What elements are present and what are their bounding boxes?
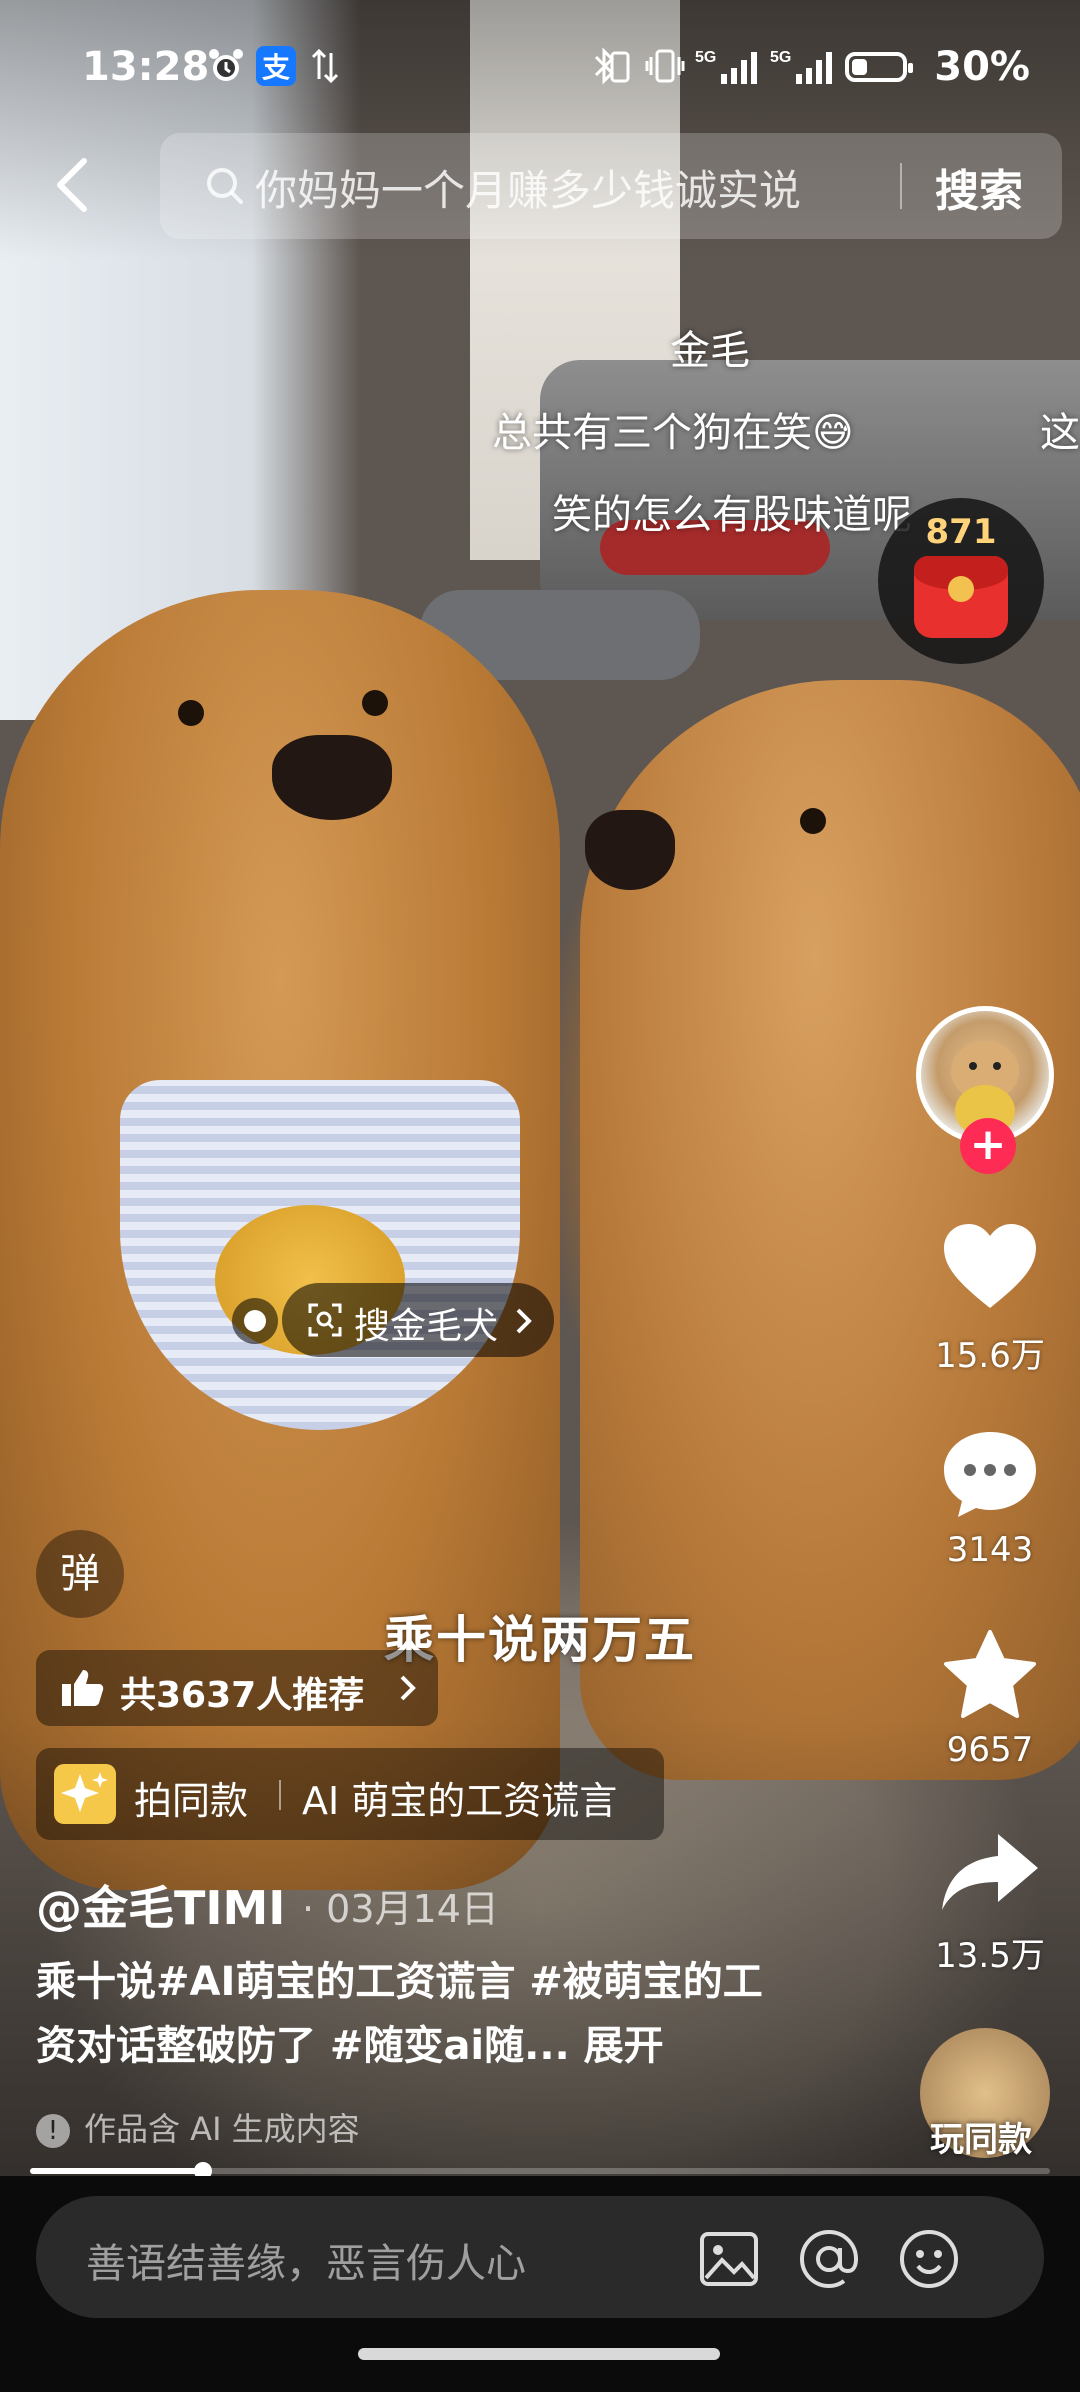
same-style-pill[interactable]: 拍同款 AI 萌宝的工资谎言 xyxy=(36,1748,664,1840)
home-indicator xyxy=(358,2348,720,2360)
dog-nose xyxy=(272,735,392,820)
status-bar: 13:28 支 5G 5G 30% xyxy=(0,40,1080,100)
post-date: · 03月14日 xyxy=(302,1887,499,1931)
video-caption: 乘十说#AI萌宝的工资谎言 #被萌宝的工资对话整破防了 #随变ai随... 展开 xyxy=(36,1950,796,2078)
same-style-divider xyxy=(279,1780,281,1810)
play-same-label[interactable]: 玩同款 xyxy=(930,2112,1032,2161)
expand-button[interactable]: 展开 xyxy=(584,2023,664,2069)
battery-fill xyxy=(852,59,867,75)
dog-eye xyxy=(178,700,204,726)
like-button[interactable] xyxy=(935,1222,1045,1312)
dog-eye xyxy=(362,690,388,716)
recommend-text: 共3637人推荐 xyxy=(120,1675,365,1716)
red-packet-icon xyxy=(914,556,1008,638)
vibrate-icon xyxy=(645,46,685,86)
share-button[interactable] xyxy=(935,1830,1045,1914)
progress-fill xyxy=(30,2168,204,2174)
post-date-text: 03月14日 xyxy=(326,1887,499,1931)
image-icon[interactable] xyxy=(696,2226,762,2292)
signal-icon: 5G xyxy=(770,46,840,86)
alarm-icon xyxy=(206,46,246,86)
at-icon[interactable] xyxy=(796,2226,862,2292)
thumbs-up-icon xyxy=(62,1670,104,1706)
comment-button[interactable] xyxy=(935,1428,1045,1520)
status-time: 13:28 xyxy=(82,44,210,90)
danmaku-comment: 这 xyxy=(1040,410,1080,456)
svg-text:5G: 5G xyxy=(770,49,791,66)
emoji-icon[interactable] xyxy=(896,2226,962,2292)
danmaku-comment: 笑的怎么有股味道呢 xyxy=(552,492,912,538)
alipay-icon: 支 xyxy=(256,46,296,86)
search-suggestion-text: 搜金毛犬 xyxy=(354,1306,499,1347)
data-transfer-icon xyxy=(310,46,340,86)
follow-button[interactable]: + xyxy=(960,1118,1016,1174)
svg-text:5G: 5G xyxy=(695,49,716,66)
recommend-pill[interactable]: 共3637人推荐 xyxy=(36,1650,438,1726)
battery-saver-icon xyxy=(605,46,635,86)
search-query: 你妈妈一个月赚多少钱诚实说 xyxy=(255,166,802,215)
ai-content-notice: ! 作品含 AI 生成内容 xyxy=(36,2104,360,2150)
video-progress-bar[interactable] xyxy=(30,2162,1050,2180)
scan-icon xyxy=(308,1303,342,1337)
chevron-right-icon xyxy=(400,1675,416,1701)
favorite-count: 9657 xyxy=(946,1730,1034,1770)
same-style-label: 拍同款 xyxy=(134,1779,249,1823)
danmaku-comment: 金毛 xyxy=(670,328,750,374)
search-divider xyxy=(900,163,902,209)
like-count: 15.6万 xyxy=(935,1336,1045,1376)
battery-icon xyxy=(845,52,913,82)
info-icon: ! xyxy=(36,2114,70,2148)
dog-eye xyxy=(800,808,826,834)
author-name[interactable]: @金毛TIMI xyxy=(36,1872,285,1938)
share-count: 13.5万 xyxy=(935,1936,1045,1976)
comment-icon xyxy=(944,1432,1036,1517)
back-icon xyxy=(57,158,87,212)
search-button[interactable]: 搜索 xyxy=(935,155,1023,219)
comment-count: 3143 xyxy=(946,1530,1034,1570)
chevron-right-icon xyxy=(516,1308,532,1334)
search-icon xyxy=(207,168,243,204)
comment-placeholder: 善语结善缘，恶言伤人心 xyxy=(86,2241,526,2287)
ai-notice-text: 作品含 AI 生成内容 xyxy=(84,2110,360,2148)
red-packet-count: 871 xyxy=(925,512,997,552)
danmaku-comment: 总共有三个狗在笑😅 xyxy=(492,410,854,456)
sparkle-icon xyxy=(54,1764,116,1824)
dog-nose xyxy=(585,810,675,890)
record-dot-icon xyxy=(232,1298,278,1344)
back-button[interactable] xyxy=(50,155,100,215)
search-suggestion-pill[interactable]: 搜金毛犬 xyxy=(282,1283,554,1357)
battery-percent: 30% xyxy=(934,44,1030,90)
same-style-title: AI 萌宝的工资谎言 xyxy=(302,1779,618,1823)
red-packet-button[interactable]: 871 xyxy=(878,498,1044,664)
heart-icon xyxy=(944,1224,1036,1308)
comment-input[interactable]: 善语结善缘，恶言伤人心 xyxy=(36,2196,1044,2318)
signal-icon: 5G xyxy=(695,46,765,86)
share-icon xyxy=(942,1834,1038,1910)
search-input[interactable]: 你妈妈一个月赚多少钱诚实说 搜索 xyxy=(160,133,1062,239)
